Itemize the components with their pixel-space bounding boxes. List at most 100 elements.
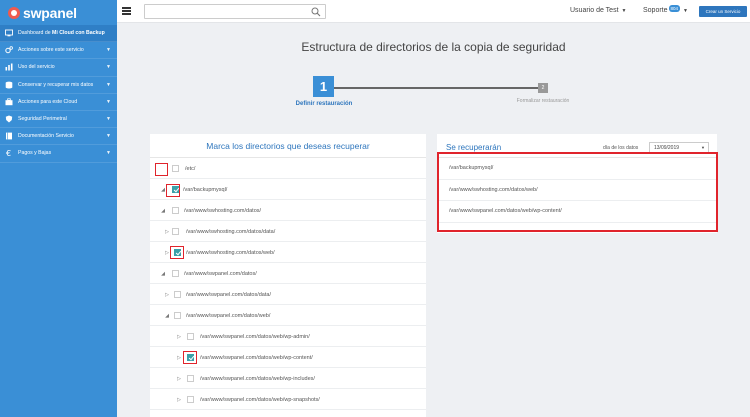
chart-icon <box>5 63 13 71</box>
directory-path: /var/www/swhosting.com/datos/web/ <box>186 250 275 256</box>
sidebar-item-2[interactable]: Acciones sobre este servicio ▼ <box>0 42 117 60</box>
book-icon <box>5 132 13 140</box>
support-menu[interactable]: Soporte 804 ▼ <box>643 5 688 14</box>
step-2-indicator: 2 <box>538 83 548 93</box>
euro-icon: € <box>5 149 13 157</box>
database-icon <box>5 81 13 89</box>
tree-row: ◢ /var/www/swhosting.com/datos/ <box>150 200 426 221</box>
checkbox-highlight <box>155 163 168 176</box>
logo[interactable]: swpanel <box>0 0 117 25</box>
caret-down-icon: ▼ <box>701 145 705 150</box>
topbar: Usuario de Test ▼ Soporte 804 ▼ Crear un Se… <box>117 0 750 23</box>
tree-row: ▷ /var/www/swpanel.com/datos/web/wp-conte… <box>150 347 426 368</box>
collapsed-arrow-icon[interactable]: ▷ <box>164 229 170 235</box>
directory-path: /var/www/swpanel.com/datos/web/wp-conten… <box>200 355 313 361</box>
sidebar: swpanel Dashboard de Mi Cloud con Backup… <box>0 0 117 417</box>
directory-path: /var/www/swpanel.com/datos/web/wp-admin/ <box>200 334 310 340</box>
sidebar-item-8[interactable]: € Pagos y Bajas ▼ <box>0 145 117 163</box>
tree-row: ◢ /var/www/swpanel.com/datos/web/ <box>150 305 426 326</box>
chevron-down-icon: ▼ <box>106 64 111 71</box>
user-menu[interactable]: Usuario de Test ▼ <box>570 7 626 14</box>
chevron-down-icon: ▼ <box>106 150 111 157</box>
step-2-label: Formalizar restauración <box>516 98 570 104</box>
chevron-down-icon: ▼ <box>106 81 111 88</box>
chevron-down-icon: ▼ <box>106 47 111 54</box>
support-label: Soporte <box>643 7 668 14</box>
step-connector <box>334 87 538 89</box>
sidebar-menu: Dashboard de Mi Cloud con Backup Acciones… <box>0 25 117 163</box>
directory-path: /var/www/swhosting.com/datos/ <box>184 208 262 214</box>
directory-checkbox[interactable] <box>174 312 181 319</box>
directory-path: /etc/ <box>185 166 196 172</box>
directory-path: /var/www/swpanel.com/datos/web/wp-snapsh… <box>200 397 320 403</box>
sidebar-item-7[interactable]: Documentación Servicio ▼ <box>0 128 117 146</box>
expanded-arrow-icon[interactable]: ◢ <box>164 313 170 319</box>
directory-checkbox[interactable] <box>187 396 194 403</box>
sidebar-item-label: Conservar y recuperar mis datos <box>18 81 94 88</box>
sidebar-item-3[interactable]: Uso del servicio ▼ <box>0 59 117 77</box>
directory-checkbox[interactable] <box>172 228 179 235</box>
directory-path: /var/www/swpanel.com/datos/web/wp-includ… <box>200 376 315 382</box>
step-1-indicator: 1 <box>313 76 334 97</box>
tree-row: /etc/ <box>150 158 426 179</box>
tree-row: ▷ /var/www/swpanel.com/datos/data/ <box>150 284 426 305</box>
sidebar-item-4[interactable]: Conservar y recuperar mis datos ▼ <box>0 77 117 94</box>
directory-checkbox[interactable] <box>187 333 194 340</box>
sidebar-item-5[interactable]: Acciones para este Cloud ▼ <box>0 94 117 111</box>
directory-path: /var/www/swpanel.com/datos/web/ <box>186 313 271 319</box>
tree-row: ▷ /var/www/swpanel.com/datos/web/wp-inclu… <box>150 368 426 389</box>
chevron-down-icon: ▼ <box>106 133 111 140</box>
tree-row: ▷/var/www/swhosting.com/datos/web/ <box>150 242 426 263</box>
caret-down-icon: ▼ <box>621 8 627 14</box>
logo-mark-icon <box>8 6 20 19</box>
checkbox-highlight <box>166 184 180 197</box>
chevron-down-icon: ▼ <box>106 116 111 123</box>
restore-list-highlight <box>437 152 718 232</box>
checkbox-highlight <box>183 351 197 364</box>
search-icon[interactable] <box>311 7 321 17</box>
expanded-arrow-icon[interactable]: ◢ <box>160 208 166 214</box>
collapsed-arrow-icon[interactable]: ▷ <box>176 355 182 361</box>
tree-panel-title: Marca los directorios que deseas recuper… <box>150 134 426 158</box>
directory-path: /var/backupmysql/ <box>183 187 228 193</box>
tree-row: ◢/var/backupmysql/ <box>150 179 426 200</box>
directory-path: /var/www/swpanel.com/datos/data/ <box>186 292 271 298</box>
support-badge: 804 <box>668 5 681 12</box>
collapsed-arrow-icon[interactable]: ▷ <box>176 334 182 340</box>
logo-text: swpanel <box>23 4 77 21</box>
briefcase-icon <box>5 98 13 106</box>
tree-row: ▷ /var/www/swpanel.com/datos/web/wp-snaps… <box>150 389 426 410</box>
checkbox-highlight <box>170 246 184 259</box>
chevron-down-icon: ▼ <box>106 98 111 105</box>
directory-path: /var/www/swpanel.com/datos/ <box>184 271 257 277</box>
tree-row: ◢ /var/www/swpanel.com/datos/ <box>150 263 426 284</box>
menu-toggle-icon[interactable] <box>122 7 131 15</box>
summary-title: Se recuperarán <box>446 143 502 152</box>
create-service-button[interactable]: Crear un Servicio <box>699 6 747 17</box>
directory-checkbox[interactable] <box>187 375 194 382</box>
sidebar-item-label: Documentación Servicio <box>18 133 74 140</box>
caret-down-icon: ▼ <box>683 8 688 14</box>
sidebar-item-label: Acciones sobre este servicio <box>18 47 84 54</box>
sidebar-item-label: Acciones para este Cloud <box>18 98 78 105</box>
sidebar-item-label: Seguridad Perimetral <box>18 116 67 123</box>
directory-checkbox[interactable] <box>174 291 181 298</box>
date-value: 13/09/2019 <box>654 144 680 151</box>
sidebar-item-6[interactable]: Seguridad Perimetral ▼ <box>0 111 117 129</box>
collapsed-arrow-icon[interactable]: ▷ <box>164 292 170 298</box>
page-title: Estructura de directorios de la copia de… <box>301 40 566 54</box>
expanded-arrow-icon[interactable]: ◢ <box>160 271 166 277</box>
sidebar-item-label: Pagos y Bajas <box>18 150 52 157</box>
collapsed-arrow-icon[interactable]: ▷ <box>176 376 182 382</box>
sidebar-item-label: Uso del servicio <box>18 64 55 71</box>
sidebar-item-label: Dashboard de Mi Cloud con Backup <box>18 30 105 37</box>
directory-checkbox[interactable] <box>172 165 179 172</box>
collapsed-arrow-icon[interactable]: ▷ <box>176 397 182 403</box>
search-input[interactable] <box>144 4 326 19</box>
sidebar-item-1[interactable]: Dashboard de Mi Cloud con Backup <box>0 25 117 43</box>
directory-checkbox[interactable] <box>172 270 179 277</box>
svg-text:€: € <box>6 149 11 157</box>
tree-row: ▷ /var/www/swpanel.com/datos/web/wp-admin… <box>150 326 426 347</box>
directory-checkbox[interactable] <box>172 207 179 214</box>
step-1-label: Definir restauración <box>295 101 353 107</box>
